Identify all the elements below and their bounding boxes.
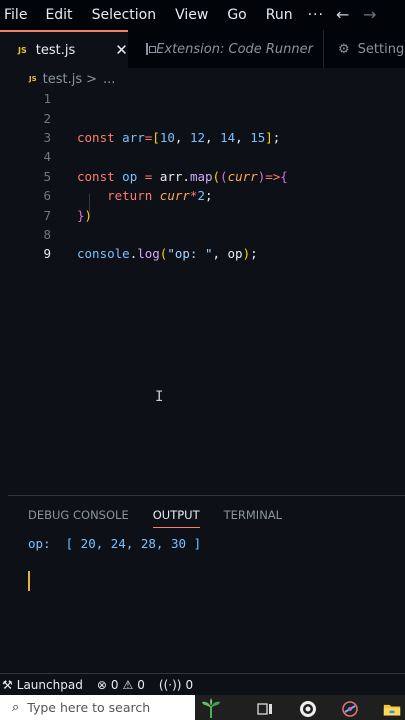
search-icon: ⌕ xyxy=(12,700,20,715)
breadcrumb-symbols[interactable]: ... xyxy=(103,72,115,87)
menu-file[interactable]: File xyxy=(0,7,27,23)
code-text: const op = arr.map((curr)=>{ xyxy=(77,168,288,184)
tab-test-js[interactable]: JS test.js ✕ xyxy=(0,30,128,68)
line-number: 8 xyxy=(43,226,51,242)
chevron-right-icon: > xyxy=(86,71,98,87)
ports-button[interactable]: ((·)) 0 xyxy=(159,678,193,692)
file-explorer-icon[interactable] xyxy=(383,700,401,718)
menu-view[interactable]: View xyxy=(171,7,208,23)
line-number: 3 xyxy=(43,129,51,145)
javascript-file-icon: JS xyxy=(18,45,27,55)
code-line: 3 const arr=[10, 12, 14, 15]; xyxy=(0,128,405,147)
line-number: 9 xyxy=(43,246,51,262)
breadcrumb: JS test.js > ... xyxy=(0,68,405,90)
line-number: 5 xyxy=(43,168,51,184)
code-line: 6 return curr*2; xyxy=(0,186,405,205)
line-number: 7 xyxy=(43,207,51,223)
tab-settings[interactable]: ⚙ Settings xyxy=(324,30,405,68)
status-bar: ⚒ Launchpad ⊗ 0 ⚠ 0 ((·)) 0 xyxy=(0,673,405,695)
warning-count: 0 xyxy=(137,677,145,692)
tab-label: test.js xyxy=(35,42,76,58)
line-number: 4 xyxy=(43,149,51,165)
tab-label: Settings xyxy=(357,41,405,57)
gear-icon: ⚙ xyxy=(338,41,350,57)
tab-terminal[interactable]: TERMINAL xyxy=(224,508,282,528)
code-line: 1 xyxy=(0,89,405,108)
extension-preview-icon xyxy=(146,43,157,55)
launchpad-label: Launchpad xyxy=(16,677,83,692)
code-line: 8 xyxy=(0,225,405,244)
app-icon[interactable] xyxy=(341,700,359,718)
close-icon[interactable]: ✕ xyxy=(115,41,128,59)
bottom-panel: DEBUG CONSOLE OUTPUT TERMINAL op: [ 20, … xyxy=(8,495,405,673)
error-count: 0 xyxy=(110,677,119,692)
code-line: 5 const op = arr.map((curr)=>{ xyxy=(0,167,405,186)
menu-run[interactable]: Run xyxy=(262,7,293,23)
code-text: console.log("op: ", op); xyxy=(77,246,258,262)
obs-studio-icon[interactable] xyxy=(299,700,317,718)
code-text: const arr=[10, 12, 14, 15]; xyxy=(77,129,281,145)
code-editor[interactable]: 1 2 3 const arr=[10, 12, 14, 15]; 4 5 co… xyxy=(0,89,405,489)
menu-selection[interactable]: Selection xyxy=(88,7,157,23)
line-number: 2 xyxy=(43,110,51,126)
tab-debug-console[interactable]: DEBUG CONSOLE xyxy=(28,508,129,528)
code-line: 4 xyxy=(0,147,405,166)
javascript-file-icon: JS xyxy=(29,75,37,83)
line-number: 6 xyxy=(43,188,51,204)
task-view-icon[interactable] xyxy=(256,700,274,718)
editor-tab-bar: JS test.js ✕ Extension: Code Runner ⚙ Se… xyxy=(0,30,405,68)
tab-extension-code-runner[interactable]: Extension: Code Runner xyxy=(128,30,324,68)
more-menu-button[interactable]: ··· xyxy=(308,7,324,23)
error-icon: ⊗ xyxy=(96,677,107,692)
breadcrumb-file[interactable]: test.js xyxy=(43,72,82,87)
text-cursor-icon: I xyxy=(155,389,164,405)
panel-tab-bar: DEBUG CONSOLE OUTPUT TERMINAL xyxy=(28,508,306,528)
problems-button[interactable]: ⊗ 0 ⚠ 0 xyxy=(97,678,145,692)
search-placeholder: Type here to search xyxy=(27,700,151,715)
code-line-current: 9 console.log("op: ", op); xyxy=(0,244,405,263)
tab-label: Extension: Code Runner xyxy=(156,41,313,57)
code-line: 7 }) xyxy=(0,205,405,224)
code-line: 2 xyxy=(0,108,405,127)
menu-edit[interactable]: Edit xyxy=(41,7,72,23)
broadcast-icon: ((·)) xyxy=(158,677,182,692)
menu-go[interactable]: Go xyxy=(223,7,246,23)
text-cursor xyxy=(28,571,30,591)
tab-output[interactable]: OUTPUT xyxy=(152,508,200,528)
taskbar-search-input[interactable]: ⌕ Type here to search xyxy=(0,695,195,720)
line-number: 1 xyxy=(43,91,51,107)
output-text: op: [ 20, 24, 28, 30 ] xyxy=(28,536,202,551)
arrow-left-icon[interactable]: ← xyxy=(336,5,349,24)
code-text: return curr*2; xyxy=(107,188,213,204)
launchpad-button[interactable]: ⚒ Launchpad xyxy=(2,678,83,692)
ports-count: 0 xyxy=(185,677,194,692)
menu-bar: File Edit Selection View Go Run ··· ← → xyxy=(0,0,405,30)
plant-widget-icon[interactable] xyxy=(200,698,222,718)
warning-icon: ⚠ xyxy=(122,677,134,692)
indent-guide xyxy=(89,194,90,213)
arrow-right-icon[interactable]: → xyxy=(363,5,376,24)
rocket-icon: ⚒ xyxy=(2,677,13,692)
